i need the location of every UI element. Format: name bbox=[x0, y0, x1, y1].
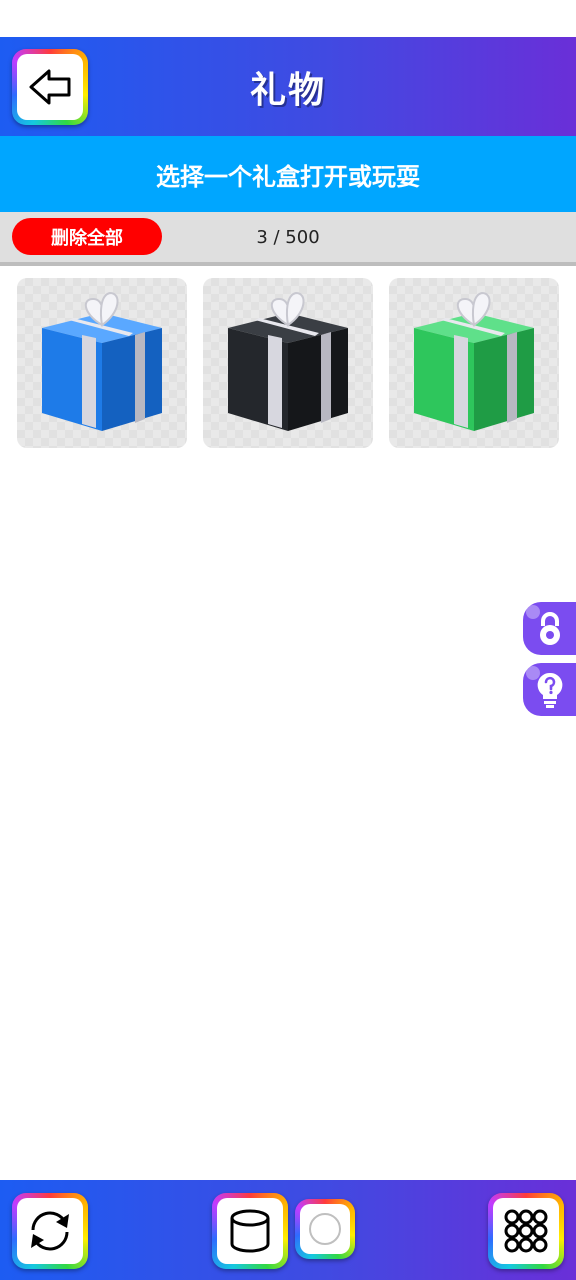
cylinder-icon bbox=[230, 1209, 270, 1253]
lock-icon bbox=[539, 611, 560, 645]
shine-decoration bbox=[526, 605, 540, 619]
gift-card-green[interactable] bbox=[389, 278, 559, 448]
grid-menu-icon bbox=[504, 1209, 548, 1253]
gift-box-icon bbox=[228, 291, 348, 431]
cylinder-button[interactable] bbox=[212, 1193, 288, 1269]
gift-card-blue[interactable] bbox=[17, 278, 187, 448]
gift-box-icon bbox=[42, 291, 162, 431]
refresh-button[interactable] bbox=[12, 1193, 88, 1269]
delete-all-button[interactable]: 删除全部 bbox=[12, 218, 162, 255]
gift-counter: 3 / 500 bbox=[256, 226, 320, 248]
menu-button[interactable] bbox=[488, 1193, 564, 1269]
back-arrow-icon bbox=[29, 69, 71, 105]
shine-decoration bbox=[526, 666, 540, 680]
back-button[interactable] bbox=[12, 49, 88, 125]
refresh-icon bbox=[31, 1211, 69, 1251]
instruction-banner: 选择一个礼盒打开或玩耍 bbox=[0, 136, 576, 212]
gift-card-black[interactable] bbox=[203, 278, 373, 448]
help-button[interactable] bbox=[523, 663, 576, 716]
lock-button[interactable] bbox=[523, 602, 576, 655]
circle-button[interactable] bbox=[295, 1199, 355, 1259]
toolbar: 删除全部 3 / 500 bbox=[0, 212, 576, 266]
circle-icon bbox=[309, 1213, 341, 1245]
gift-box-icon bbox=[414, 291, 534, 431]
